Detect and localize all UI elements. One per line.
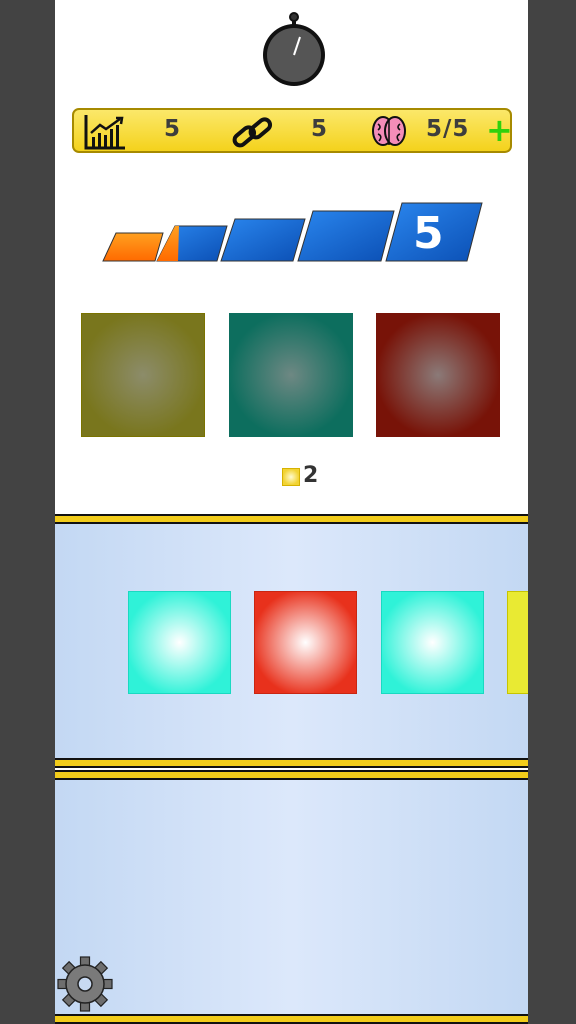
target-tile-maroon[interactable]	[376, 313, 500, 437]
stopwatch-icon	[263, 12, 325, 86]
lane-divider	[55, 1014, 528, 1024]
level-step-4	[297, 210, 395, 262]
target-tile-olive[interactable]	[81, 313, 205, 437]
lives-value: 5/5	[426, 116, 470, 142]
conveyor-block-yellow[interactable]	[507, 591, 528, 694]
level-number: 5	[413, 208, 444, 259]
gem-icon	[282, 468, 300, 486]
gear-icon[interactable]	[57, 956, 113, 1012]
lane-divider	[55, 514, 528, 524]
conveyor-block-cyan[interactable]	[128, 591, 231, 694]
add-lives-button[interactable]: +	[486, 112, 513, 148]
stats-bar: 5 5 5/5 +	[72, 108, 513, 153]
lane-divider	[55, 758, 528, 768]
target-tile-teal[interactable]	[229, 313, 353, 437]
score-value: 5	[164, 116, 182, 142]
level-step-1	[102, 232, 164, 262]
conveyor-block-cyan[interactable]	[381, 591, 484, 694]
chain-value: 5	[311, 116, 329, 142]
link-icon	[232, 117, 273, 148]
conveyor-lane-lower	[55, 780, 528, 1014]
chart-icon	[84, 115, 125, 150]
conveyor-block-red[interactable]	[254, 591, 357, 694]
gem-count: 2	[303, 463, 319, 488]
brain-icon	[372, 116, 406, 146]
lane-divider	[55, 770, 528, 780]
level-step-3	[220, 218, 306, 262]
game-area: 5 5 5/5 + 5 2	[55, 0, 528, 1024]
